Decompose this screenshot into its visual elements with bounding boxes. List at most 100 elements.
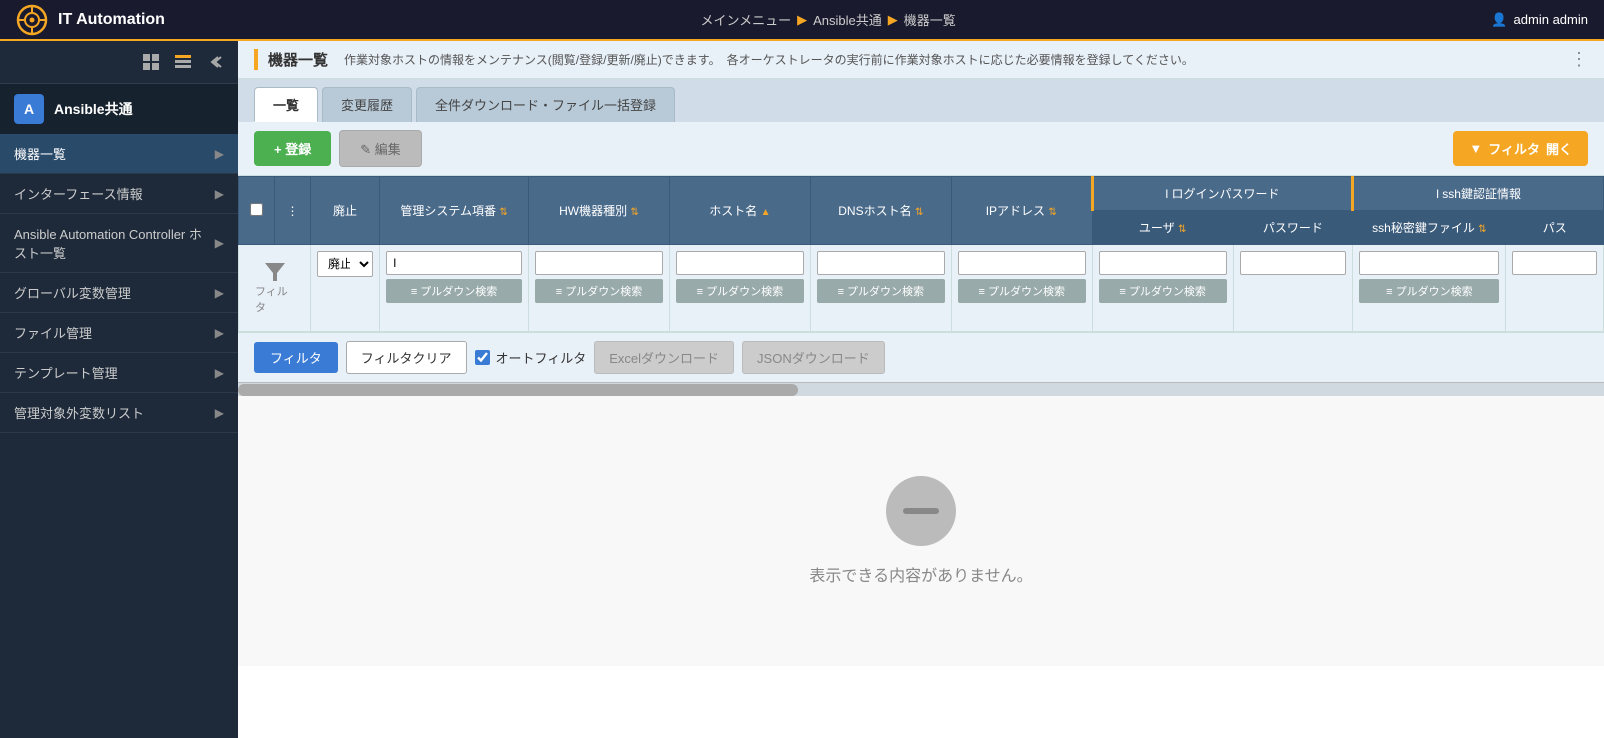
hostname-filter-input[interactable]	[676, 251, 804, 275]
sidebar-module: A Ansible共通	[0, 84, 238, 134]
sidebar-toggle-row	[0, 41, 238, 84]
filter-cell-hostname: ≡ プルダウン検索	[669, 245, 810, 332]
th-user: ユーザ ⇅	[1092, 211, 1233, 245]
clear-filter-button[interactable]: フィルタクリア	[346, 341, 467, 374]
filter-icon-cell: フィルタ	[239, 245, 311, 332]
filter-icon: ▼	[1469, 141, 1482, 156]
list-view-button[interactable]	[170, 49, 196, 75]
user-area: 👤 admin admin	[1491, 12, 1588, 28]
main-layout: A Ansible共通 機器一覧 ▶ インターフェース情報 ▶ Ansible …	[0, 41, 1604, 738]
filter-label-cell: フィルタ	[255, 283, 294, 315]
filter-cell-ssh-key: ≡ プルダウン検索	[1353, 245, 1506, 332]
filter-cell-ip: ≡ プルダウン検索	[951, 245, 1092, 332]
th-menu: ⋮	[275, 177, 311, 245]
sidebar-item-template-management[interactable]: テンプレート管理 ▶	[0, 353, 238, 393]
kanri-dropdown-search-button[interactable]: ≡ プルダウン検索	[386, 279, 522, 303]
sidebar-item-interface-info[interactable]: インターフェース情報 ▶	[0, 174, 238, 214]
edit-button[interactable]: ✎ 編集	[339, 130, 422, 167]
grid-view-button[interactable]	[138, 49, 164, 75]
th-hw-type: HW機器種別 ⇅	[529, 177, 670, 245]
page-menu-dots[interactable]: ⋮	[1570, 49, 1588, 70]
chevron-right-icon: ▶	[215, 147, 224, 161]
sidebar-item-equipment-list[interactable]: 機器一覧 ▶	[0, 134, 238, 174]
user-filter-input[interactable]	[1099, 251, 1227, 275]
hostname-dropdown-search-button[interactable]: ≡ プルダウン検索	[676, 279, 804, 303]
apply-filter-button[interactable]: フィルタ	[254, 342, 338, 373]
filter-open-label: 開く	[1546, 139, 1572, 158]
table-container: ⋮ 廃止 管理システム項番 ⇅ HW機器種別 ⇅ ホスト名 ▲ DNSホスト名 …	[238, 176, 1604, 382]
table-header-row: ⋮ 廃止 管理システム項番 ⇅ HW機器種別 ⇅ ホスト名 ▲ DNSホスト名 …	[239, 177, 1604, 211]
th-password: パスワード	[1233, 211, 1353, 245]
sidebar-item-global-vars[interactable]: グローバル変数管理 ▶	[0, 273, 238, 313]
filter-cell-dns: ≡ プルダウン検索	[810, 245, 951, 332]
json-download-button: JSONダウンロード	[742, 341, 885, 374]
collapse-sidebar-button[interactable]	[202, 49, 228, 75]
th-haishi: 廃止	[311, 177, 380, 245]
chevron-right-icon: ▶	[215, 366, 224, 380]
filter-label: フィルタ	[1488, 139, 1540, 158]
horizontal-scrollbar[interactable]	[238, 382, 1604, 396]
data-table: ⋮ 廃止 管理システム項番 ⇅ HW機器種別 ⇅ ホスト名 ▲ DNSホスト名 …	[238, 176, 1604, 332]
chevron-right-icon: ▶	[215, 326, 224, 340]
sidebar-item-aac-host-list[interactable]: Ansible Automation Controller ホスト一覧 ▶	[0, 214, 238, 273]
empty-dash	[903, 508, 939, 514]
kanri-filter-input[interactable]	[386, 251, 522, 275]
module-name: Ansible共通	[54, 99, 133, 119]
main-content: 機器一覧 作業対象ホストの情報をメンテナンス(閲覧/登録/更新/廃止)できます。…	[238, 41, 1604, 738]
auto-filter-label: オートフィルタ	[475, 348, 587, 367]
th-checkbox	[239, 177, 275, 245]
table-wrapper: ⋮ 廃止 管理システム項番 ⇅ HW機器種別 ⇅ ホスト名 ▲ DNSホスト名 …	[238, 176, 1604, 738]
dns-filter-input[interactable]	[817, 251, 945, 275]
th-ssh-key-group: l ssh鍵認証情報	[1353, 177, 1604, 211]
chevron-right-icon: ▶	[215, 406, 224, 420]
dns-dropdown-search-button[interactable]: ≡ プルダウン検索	[817, 279, 945, 303]
hw-filter-input[interactable]	[535, 251, 663, 275]
filter-cell-hw: ≡ プルダウン検索	[529, 245, 670, 332]
breadcrumb-ansible[interactable]: Ansible共通	[813, 10, 882, 29]
app-title: IT Automation	[58, 11, 165, 29]
haishi-filter-select[interactable]: 廃止含まず 廃止のみ 全レコード	[317, 251, 373, 277]
breadcrumb-mainmenu[interactable]: メインメニュー	[701, 10, 792, 29]
filter-open-button[interactable]: ▼ フィルタ 開く	[1453, 131, 1588, 166]
empty-state: 表示できる内容がありません。	[238, 396, 1604, 666]
sidebar-item-file-management[interactable]: ファイル管理 ▶	[0, 313, 238, 353]
user-dropdown-search-button[interactable]: ≡ プルダウン検索	[1099, 279, 1227, 303]
toolbar: + 登録 ✎ 編集 ▼ フィルタ 開く	[238, 122, 1604, 176]
ssh-key-dropdown-search-button[interactable]: ≡ プルダウン検索	[1359, 279, 1499, 303]
chevron-right-icon: ▶	[215, 187, 224, 201]
filter-cell-kanri: ≡ プルダウン検索	[380, 245, 529, 332]
filter-funnel-icon	[264, 261, 286, 283]
breadcrumb-sep2: ▶	[888, 12, 898, 28]
scrollbar-thumb[interactable]	[238, 384, 798, 396]
th-hostname: ホスト名 ▲	[669, 177, 810, 245]
tab-history[interactable]: 変更履歴	[322, 87, 412, 122]
chevron-right-icon: ▶	[215, 286, 224, 300]
page-header: 機器一覧 作業対象ホストの情報をメンテナンス(閲覧/登録/更新/廃止)できます。…	[238, 41, 1604, 79]
sidebar-item-excluded-vars[interactable]: 管理対象外変数リスト ▶	[0, 393, 238, 433]
tab-list[interactable]: 一覧	[254, 87, 318, 122]
password-filter-input[interactable]	[1240, 251, 1347, 275]
ip-dropdown-search-button[interactable]: ≡ プルダウン検索	[958, 279, 1086, 303]
sidebar-icons	[138, 49, 228, 75]
sidebar: A Ansible共通 機器一覧 ▶ インターフェース情報 ▶ Ansible …	[0, 41, 238, 738]
page-description: 作業対象ホストの情報をメンテナンス(閲覧/登録/更新/廃止)できます。 各オーケ…	[344, 51, 1554, 68]
th-login-password-group: l ログインパスワード	[1092, 177, 1353, 211]
filter-cell-password	[1233, 245, 1353, 332]
th-kanri-no: 管理システム項番 ⇅	[380, 177, 529, 245]
ssh-key-filter-input[interactable]	[1359, 251, 1499, 275]
top-header: IT Automation メインメニュー ▶ Ansible共通 ▶ 機器一覧…	[0, 0, 1604, 41]
excel-download-button: Excelダウンロード	[594, 341, 734, 374]
filter-cell-haishi: 廃止含まず 廃止のみ 全レコード	[311, 245, 380, 332]
passphrase-filter-input[interactable]	[1512, 251, 1597, 275]
register-button[interactable]: + 登録	[254, 131, 331, 166]
ip-filter-input[interactable]	[958, 251, 1086, 275]
filter-cell-user: ≡ プルダウン検索	[1092, 245, 1233, 332]
th-dns-hostname: DNSホスト名 ⇅	[810, 177, 951, 245]
empty-state-icon	[886, 476, 956, 546]
select-all-checkbox[interactable]	[250, 203, 263, 216]
hw-dropdown-search-button[interactable]: ≡ プルダウン検索	[535, 279, 663, 303]
tabs-bar: 一覧 変更履歴 全件ダウンロード・ファイル一括登録	[238, 79, 1604, 122]
tab-bulk-download[interactable]: 全件ダウンロード・ファイル一括登録	[416, 87, 675, 122]
auto-filter-checkbox[interactable]	[475, 350, 490, 365]
th-ssh-key-file: ssh秘密鍵ファイル ⇅	[1353, 211, 1506, 245]
